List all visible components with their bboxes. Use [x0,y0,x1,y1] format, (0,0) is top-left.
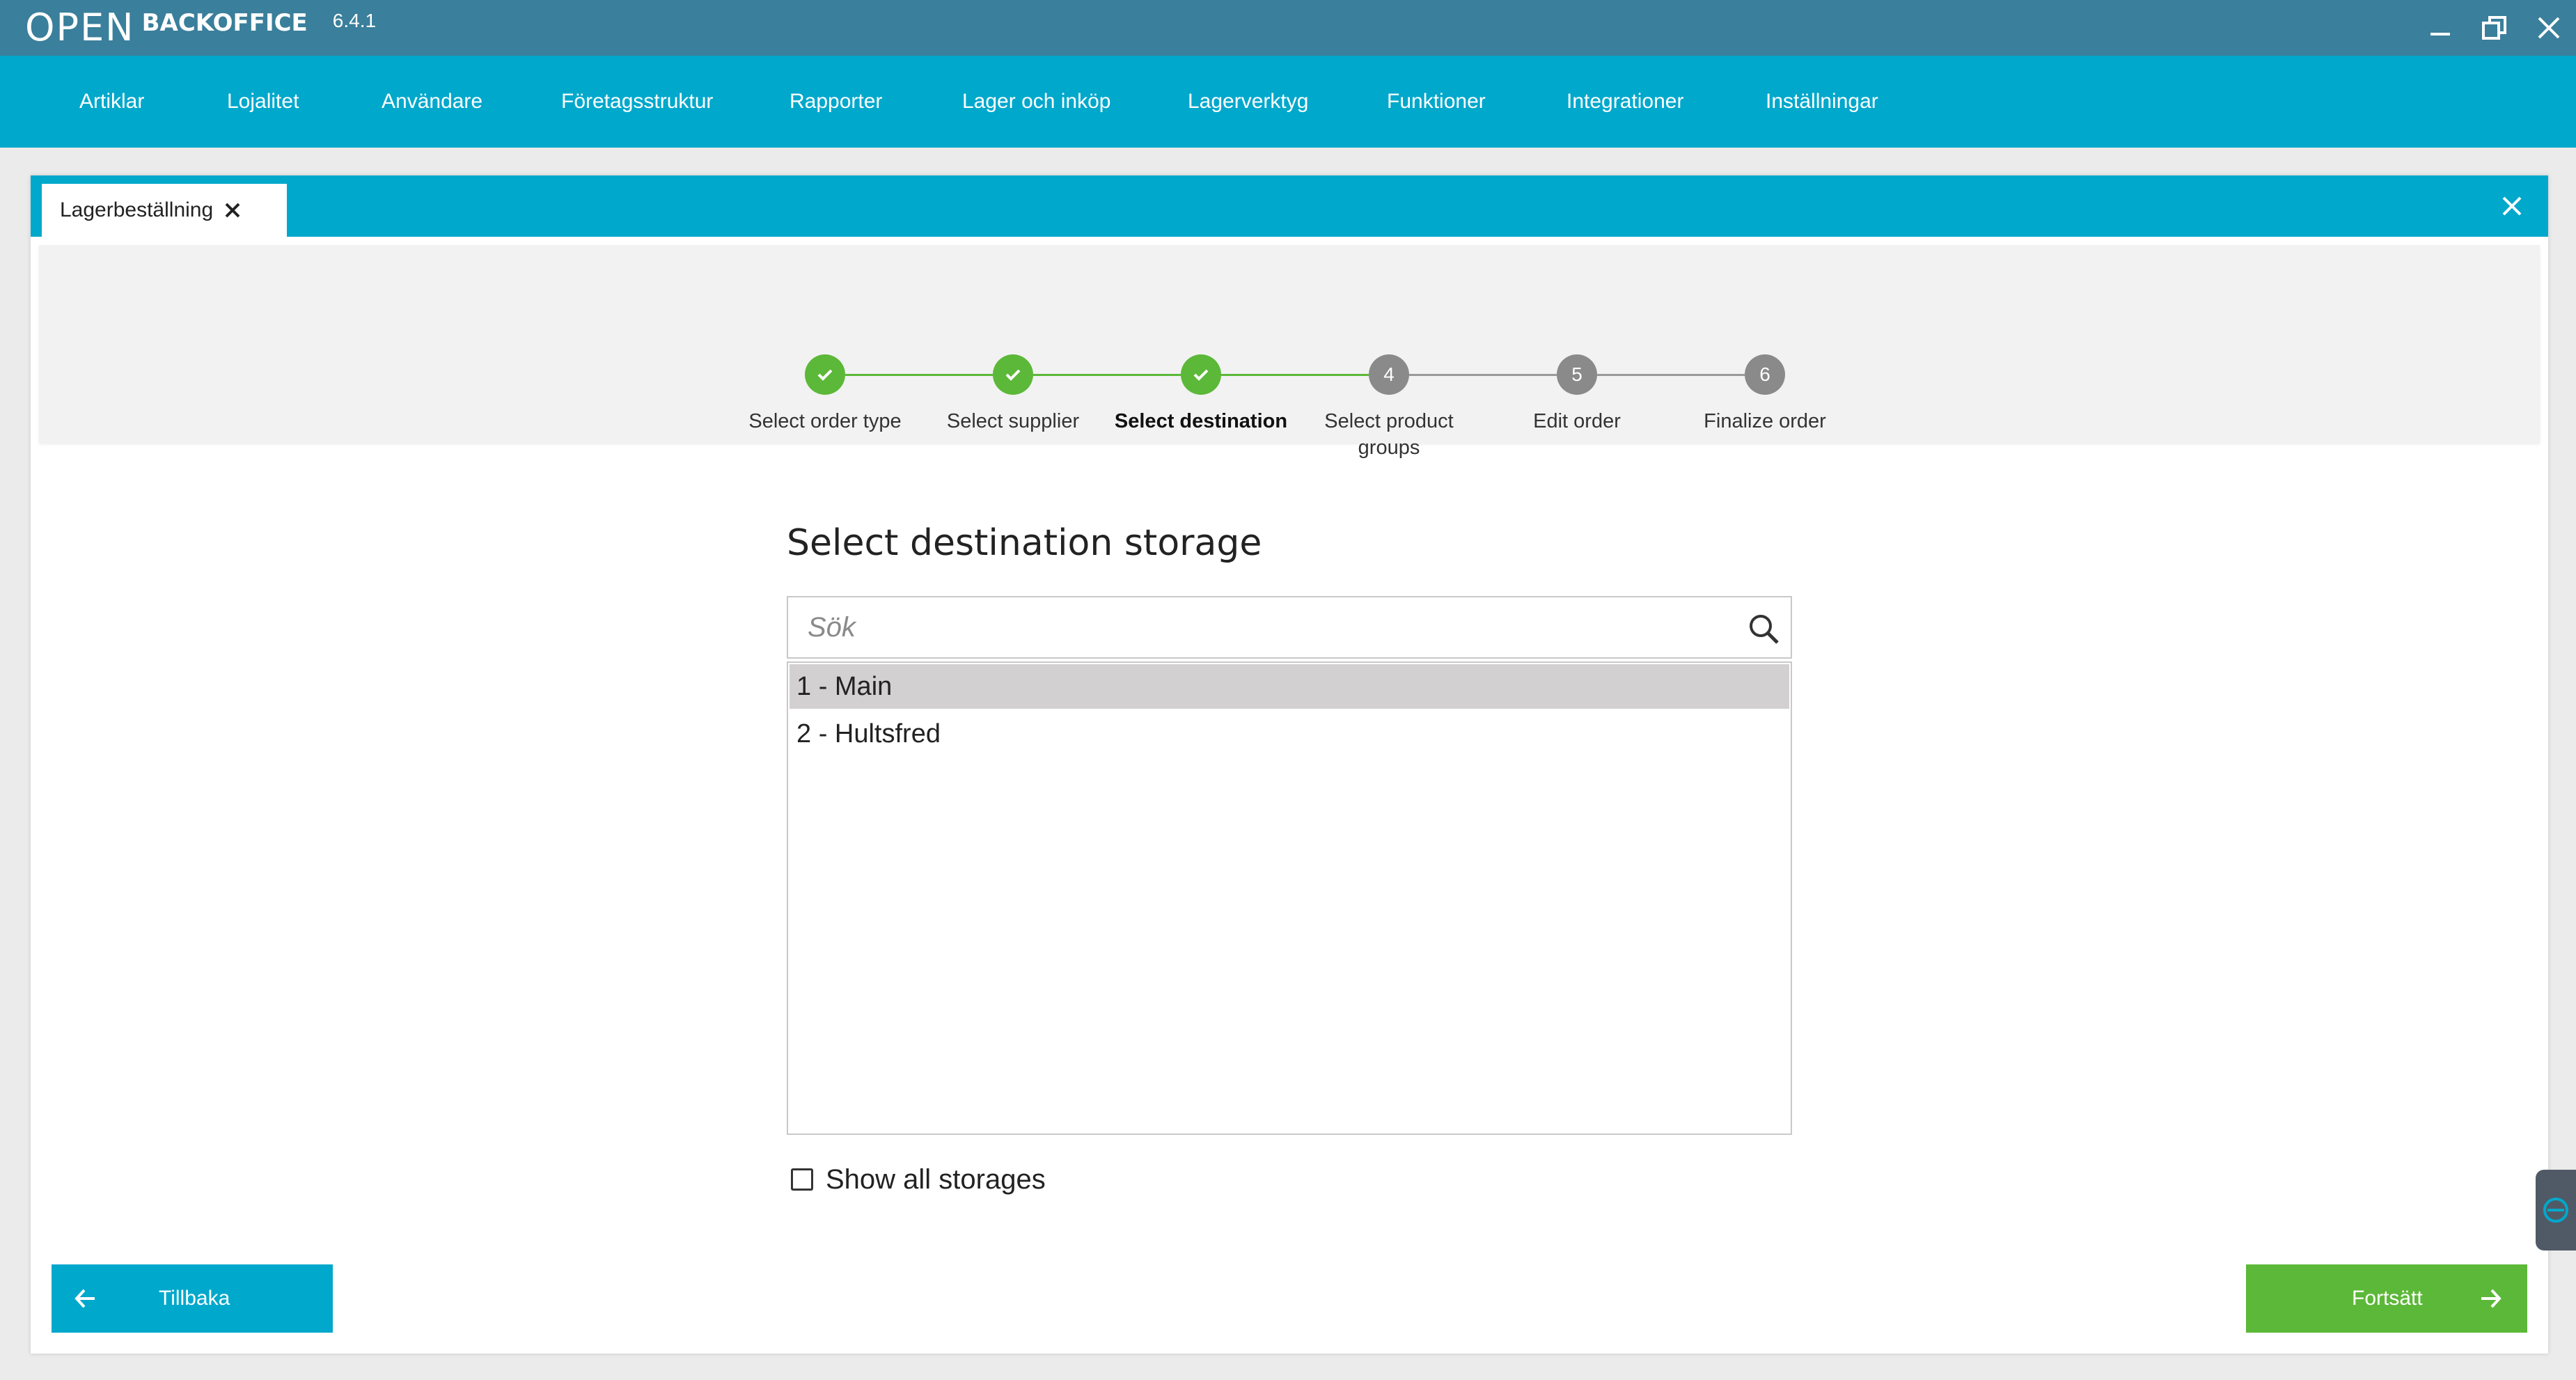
app-logo: OPEN BACKOFFICE 6.4.1 [25,7,376,49]
step-5-label: Edit order [1533,410,1621,432]
search-icon[interactable] [1746,611,1781,646]
panel-close-button[interactable] [2497,191,2527,221]
step-connector [1409,374,1557,376]
step-4-label: Select product groups [1324,410,1454,459]
search-box [787,596,1792,659]
tab-label: Lagerbeställning [60,198,214,221]
step-2-indicator [993,354,1033,395]
app-version: 6.4.1 [332,10,377,31]
close-icon [225,203,240,218]
menu-item-lager-och-inkop[interactable]: Lager och inköp [962,56,1111,148]
menu-item-lagerverktyg[interactable]: Lagerverktyg [1188,56,1308,148]
step-2-label: Select supplier [946,410,1080,432]
page-title: Select destination storage [787,522,1262,564]
step-5-indicator: 5 [1557,354,1597,395]
step-connector [1221,374,1369,376]
remote-support-widget[interactable] [2536,1170,2576,1250]
minimize-button[interactable] [2413,0,2467,56]
step-connector [1597,374,1745,376]
restore-button[interactable] [2467,0,2522,56]
window-controls [2413,0,2576,56]
step-3-indicator [1181,354,1221,395]
logo-mark: OPEN [25,6,135,49]
app-name: BACKOFFICE [141,9,308,37]
step-1-indicator [805,354,845,395]
arrow-left-icon [74,1289,95,1308]
check-icon [817,369,833,381]
menu-item-funktioner[interactable]: Funktioner [1387,56,1486,148]
step-connector [845,374,993,376]
check-icon [1193,369,1209,381]
minimize-icon [2430,33,2450,36]
back-button-label: Tillbaka [159,1287,230,1310]
check-icon [1005,369,1021,381]
step-3-label: Select destination [1114,410,1288,432]
arrow-right-icon [2481,1289,2502,1308]
tab-lagerbestallning[interactable]: Lagerbeställning [42,184,287,237]
menu-item-installningar[interactable]: Inställningar [1766,56,1878,148]
remote-support-icon [2543,1198,2568,1223]
storage-list: 1 - Main 2 - Hultsfred [787,661,1792,1135]
menu-item-rapporter[interactable]: Rapporter [790,56,882,148]
continue-button[interactable]: Fortsätt [2246,1264,2527,1333]
step-4-indicator: 4 [1369,354,1409,395]
show-all-storages-checkbox[interactable] [791,1168,813,1191]
title-bar: OPEN BACKOFFICE 6.4.1 [0,0,2576,56]
step-6-label: Finalize order [1704,410,1826,432]
close-window-button[interactable] [2522,0,2576,56]
close-icon [2502,196,2522,216]
restore-icon [2482,16,2506,40]
back-button[interactable]: Tillbaka [52,1264,333,1333]
menu-item-integrationer[interactable]: Integrationer [1566,56,1683,148]
show-all-storages-label[interactable]: Show all storages [826,1164,1046,1195]
main-menu: Artiklar Lojalitet Användare Företagsstr… [0,56,2576,148]
tab-bar: Lagerbeställning [31,175,2548,237]
menu-item-lojalitet[interactable]: Lojalitet [227,56,299,148]
continue-button-label: Fortsätt [2352,1287,2423,1310]
search-input[interactable] [788,597,1735,657]
step-6-indicator: 6 [1745,354,1785,395]
menu-item-anvandare[interactable]: Användare [382,56,482,148]
storage-item-hultsfred[interactable]: 2 - Hultsfred [790,712,1789,756]
menu-item-artiklar[interactable]: Artiklar [79,56,144,148]
step-progress: 4 5 6 Select order type Select supplier … [39,245,2540,459]
menu-item-foretagsstruktur[interactable]: Företagsstruktur [561,56,713,148]
tab-close-button[interactable] [224,202,241,219]
step-connector [1033,374,1181,376]
step-1-label: Select order type [748,410,902,432]
storage-item-main[interactable]: 1 - Main [790,664,1789,709]
show-all-storages-row: Show all storages [791,1163,1046,1196]
close-icon [2538,17,2560,39]
